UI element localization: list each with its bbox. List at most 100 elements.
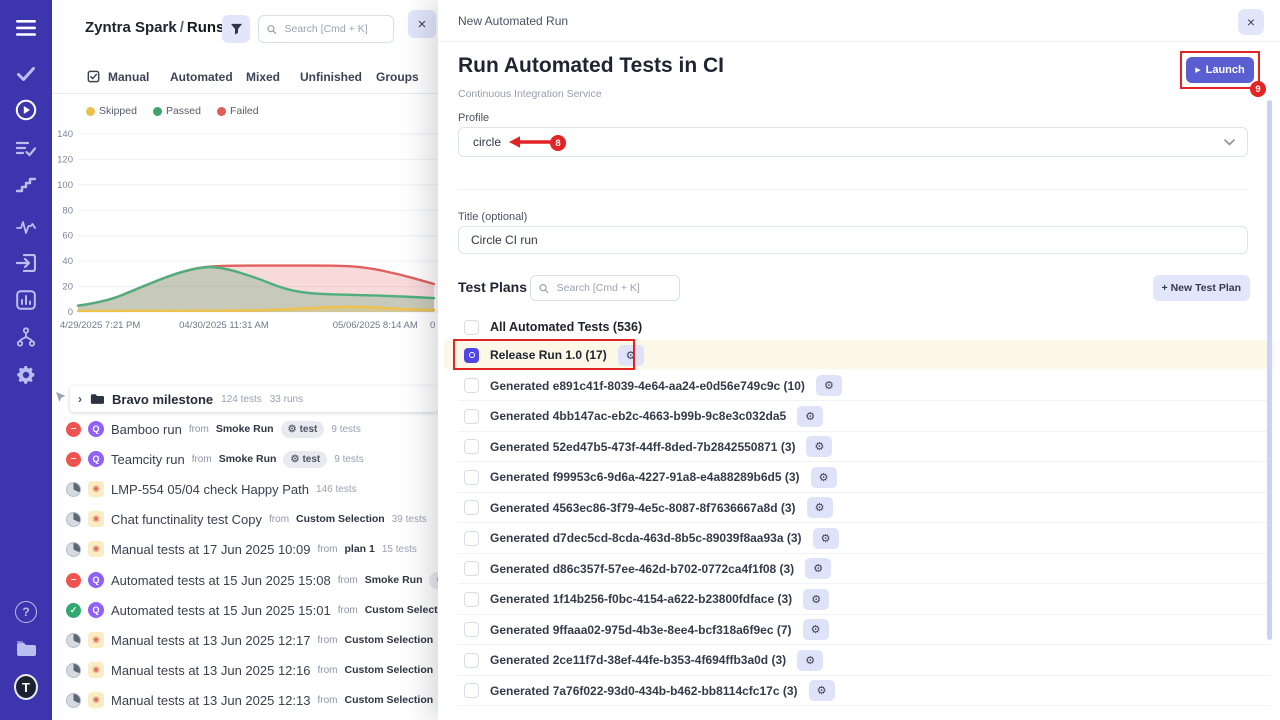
left-panel-close-button[interactable]: × — [408, 10, 436, 38]
test-plans-search[interactable] — [530, 275, 680, 301]
checkbox[interactable] — [464, 653, 479, 668]
app-root: ? T Zyntra Spark/Runs × Manual Automa — [0, 0, 1280, 720]
plan-row[interactable]: Generated e891c41f-8039-4e64-aa24-e0d56e… — [458, 371, 1270, 401]
plan-row[interactable]: Generated f99953c6-9d6a-4227-91a8-e4a882… — [458, 463, 1270, 493]
tab-mixed[interactable]: Mixed — [246, 70, 280, 84]
checkbox[interactable] — [464, 683, 479, 698]
plan-settings-gear[interactable]: ⚙ — [805, 558, 831, 579]
panel-close-button[interactable]: × — [1238, 9, 1264, 35]
plan-row-all[interactable]: All Automated Tests (536) — [458, 312, 1270, 342]
run-row[interactable]: ✳ Chat functinality test Copy from Custo… — [66, 507, 427, 531]
launch-label: Launch — [1206, 64, 1245, 76]
checkbox[interactable] — [464, 561, 479, 576]
plan-settings-gear[interactable]: ⚙ — [618, 345, 644, 366]
checkbox[interactable] — [464, 622, 479, 637]
test-plans-search-input[interactable] — [555, 281, 671, 295]
checkbox[interactable] — [464, 592, 479, 607]
plan-row[interactable]: Generated 4563ec86-3f79-4e5c-8087-8f7636… — [458, 493, 1270, 523]
gear-icon[interactable] — [14, 363, 38, 387]
checkbox[interactable] — [464, 378, 479, 393]
tab-automated[interactable]: Automated — [170, 70, 233, 84]
checkbox[interactable] — [464, 500, 479, 515]
plan-row[interactable]: Generated 9ffaaa02-975d-4b3e-8ee4-bcf318… — [458, 615, 1270, 645]
runs-search-input[interactable] — [283, 22, 386, 36]
milestone-row[interactable]: › Bravo milestone 124 tests 33 runs — [70, 386, 438, 412]
test-chip: ⚙test — [429, 572, 438, 589]
run-row[interactable]: ✳ Manual tests at 17 Jun 2025 10:09 from… — [66, 537, 417, 561]
folder-icon — [90, 393, 104, 405]
plan-settings-gear[interactable]: ⚙ — [803, 589, 829, 610]
plan-settings-gear[interactable]: ⚙ — [809, 680, 835, 701]
svg-text:0: 0 — [68, 307, 73, 318]
tab-groups[interactable]: Groups — [376, 70, 419, 84]
plan-label: Generated d7dec5cd-8cda-463d-8b5c-89039f… — [490, 531, 802, 545]
svg-text:20: 20 — [62, 282, 73, 293]
select-all-icon[interactable] — [86, 69, 101, 87]
plan-row[interactable]: Generated d7dec5cd-8cda-463d-8b5c-89039f… — [458, 524, 1270, 554]
avatar[interactable]: T — [14, 675, 38, 699]
plan-row[interactable]: Generated d86c357f-57ee-462d-b702-0772ca… — [458, 554, 1270, 584]
help-icon[interactable]: ? — [14, 600, 38, 624]
manual-run-icon: ✳ — [88, 481, 104, 497]
git-branch-icon[interactable] — [14, 325, 38, 349]
plan-settings-gear[interactable]: ⚙ — [816, 375, 842, 396]
plan-label: Generated 9ffaaa02-975d-4b3e-8ee4-bcf318… — [490, 623, 792, 637]
runs-search[interactable] — [258, 15, 394, 43]
run-row[interactable]: ✳ Manual tests at 13 Jun 2025 12:17 from… — [66, 628, 438, 652]
bar-chart-icon[interactable] — [14, 288, 38, 312]
run-row[interactable]: – Q Teamcity run from Smoke Run ⚙test 9 … — [66, 447, 364, 471]
plan-row[interactable]: Generated 1f14b256-f0bc-4154-a622-b23800… — [458, 585, 1270, 615]
run-row[interactable]: ✳ LMP-554 05/04 check Happy Path 146 tes… — [66, 477, 357, 501]
play-circle-icon[interactable] — [14, 98, 38, 122]
plan-settings-gear[interactable]: ⚙ — [811, 467, 837, 488]
plan-settings-gear[interactable]: ⚙ — [806, 436, 832, 457]
launch-button[interactable]: ▶ Launch — [1186, 57, 1254, 83]
plan-settings-gear[interactable]: ⚙ — [813, 528, 839, 549]
manual-run-icon: ✳ — [88, 541, 104, 557]
filter-button[interactable] — [222, 15, 250, 43]
checkbox[interactable] — [464, 320, 479, 335]
plan-row[interactable]: Generated 4bb147ac-eb2c-4663-b99b-9c8e3c… — [458, 402, 1270, 432]
steps-icon[interactable] — [14, 173, 38, 197]
page-subtitle: Continuous Integration Service — [458, 88, 602, 100]
checkbox-checked[interactable] — [464, 348, 479, 363]
tab-manual[interactable]: Manual — [108, 70, 149, 84]
plan-settings-gear[interactable]: ⚙ — [803, 619, 829, 640]
checkbox[interactable] — [464, 470, 479, 485]
pulse-icon[interactable] — [14, 215, 38, 239]
run-row[interactable]: – Q Bamboo run from Smoke Run ⚙test 9 te… — [66, 417, 361, 441]
panel-scrollbar[interactable] — [1267, 100, 1272, 640]
milestone-tests: 124 tests — [221, 394, 262, 405]
panel-header-bar: New Automated Run × — [438, 0, 1280, 42]
from-label: from — [317, 635, 337, 646]
projects-folder-icon[interactable] — [14, 636, 38, 660]
run-row[interactable]: ✳ Manual tests at 13 Jun 2025 12:13 from… — [66, 688, 438, 712]
run-row[interactable]: – Q Automated tests at 15 Jun 2025 15:08… — [66, 568, 438, 592]
status-pending-icon — [66, 693, 81, 708]
plan-row[interactable]: Generated 52ed47b5-473f-44ff-8ded-7b2842… — [458, 432, 1270, 462]
checkbox[interactable] — [464, 531, 479, 546]
list-check-icon[interactable] — [14, 137, 38, 161]
run-title-input[interactable] — [458, 226, 1248, 254]
section-divider — [458, 189, 1248, 190]
plan-settings-gear[interactable]: ⚙ — [797, 406, 823, 427]
plan-settings-gear[interactable]: ⚙ — [807, 497, 833, 518]
plan-row[interactable]: Generated 7a76f022-93d0-434b-b462-bb8114… — [458, 676, 1270, 706]
check-icon[interactable] — [14, 62, 38, 86]
new-test-plan-button[interactable]: + New Test Plan — [1153, 275, 1250, 301]
run-row[interactable]: ✳ Manual tests at 13 Jun 2025 12:16 from… — [66, 658, 438, 682]
plan-row[interactable]: Generated 2ce11f7d-38ef-44fe-b353-4f694f… — [458, 646, 1270, 676]
plan-row-release[interactable]: Release Run 1.0 (17) ⚙ — [458, 340, 1270, 370]
run-row[interactable]: ✓ Q Automated tests at 15 Jun 2025 15:01… — [66, 598, 438, 622]
profile-select[interactable]: circle — [458, 127, 1248, 157]
checkbox[interactable] — [464, 439, 479, 454]
chevron-right-icon[interactable]: › — [78, 392, 82, 406]
sign-in-icon[interactable] — [14, 251, 38, 275]
automated-run-icon: Q — [88, 421, 104, 437]
tab-unfinished[interactable]: Unfinished — [300, 70, 362, 84]
hamburger-menu-icon[interactable] — [14, 16, 38, 40]
plan-settings-gear[interactable]: ⚙ — [797, 650, 823, 671]
status-pending-icon — [66, 482, 81, 497]
breadcrumb-project[interactable]: Zyntra Spark — [85, 19, 177, 36]
checkbox[interactable] — [464, 409, 479, 424]
